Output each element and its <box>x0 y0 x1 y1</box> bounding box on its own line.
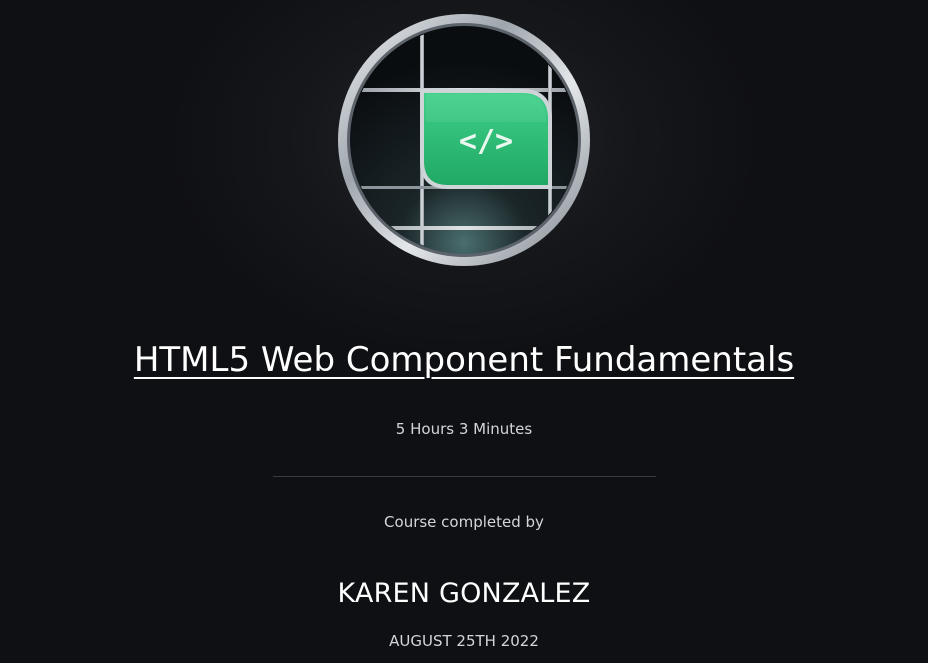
student-name: KAREN GONZALEZ <box>337 578 591 609</box>
course-badge-graphic: </> <box>338 14 590 266</box>
course-title-link[interactable]: HTML5 Web Component Fundamentals <box>0 336 928 384</box>
divider <box>273 476 656 477</box>
completed-by-label: Course completed by <box>384 513 544 531</box>
code-brackets-icon: </> <box>459 124 513 159</box>
course-badge: </> <box>336 12 592 268</box>
completion-date: AUGUST 25TH 2022 <box>389 632 539 650</box>
course-duration: 5 Hours 3 Minutes <box>395 420 533 438</box>
certificate-page: </> HTML5 Web Component Fundamentals 5 H… <box>0 0 928 663</box>
